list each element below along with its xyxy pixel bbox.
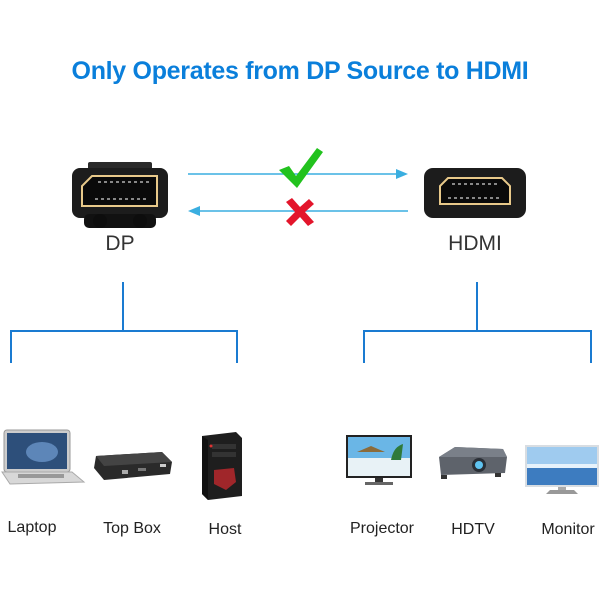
laptop-icon xyxy=(1,429,86,485)
device-label-hdtv: HDTV xyxy=(451,521,495,538)
dp-tree-stem xyxy=(122,282,124,332)
dp-tree-bar xyxy=(10,330,238,332)
dp-tree-right-leg xyxy=(236,330,238,363)
tv-icon xyxy=(346,435,412,485)
hdmi-tree-stem xyxy=(476,282,478,332)
hdmi-tree-right-leg xyxy=(590,330,592,363)
hdmi-connector-icon xyxy=(424,168,526,218)
device-label-top-box: Top Box xyxy=(103,520,161,537)
check-icon xyxy=(279,148,323,188)
set-top-box-icon xyxy=(94,452,172,480)
monitor-icon xyxy=(525,445,599,494)
hdmi-tree-left-leg xyxy=(363,330,365,363)
cross-icon xyxy=(286,198,314,226)
hdmi-tree-bar xyxy=(363,330,592,332)
hdmi-label: HDMI xyxy=(448,232,502,255)
device-label-projector: Projector xyxy=(349,520,415,537)
device-label-monitor: Monitor xyxy=(541,521,595,538)
displayport-connector-icon xyxy=(72,162,168,228)
projector-icon xyxy=(439,447,507,479)
device-label-host: Host xyxy=(208,521,242,538)
dp-tree-left-leg xyxy=(10,330,12,363)
device-label-laptop: Laptop xyxy=(7,519,57,536)
page-title: Only Operates from DP Source to HDMI xyxy=(71,57,529,85)
desktop-tower-icon xyxy=(202,432,242,500)
dp-label: DP xyxy=(105,232,135,255)
